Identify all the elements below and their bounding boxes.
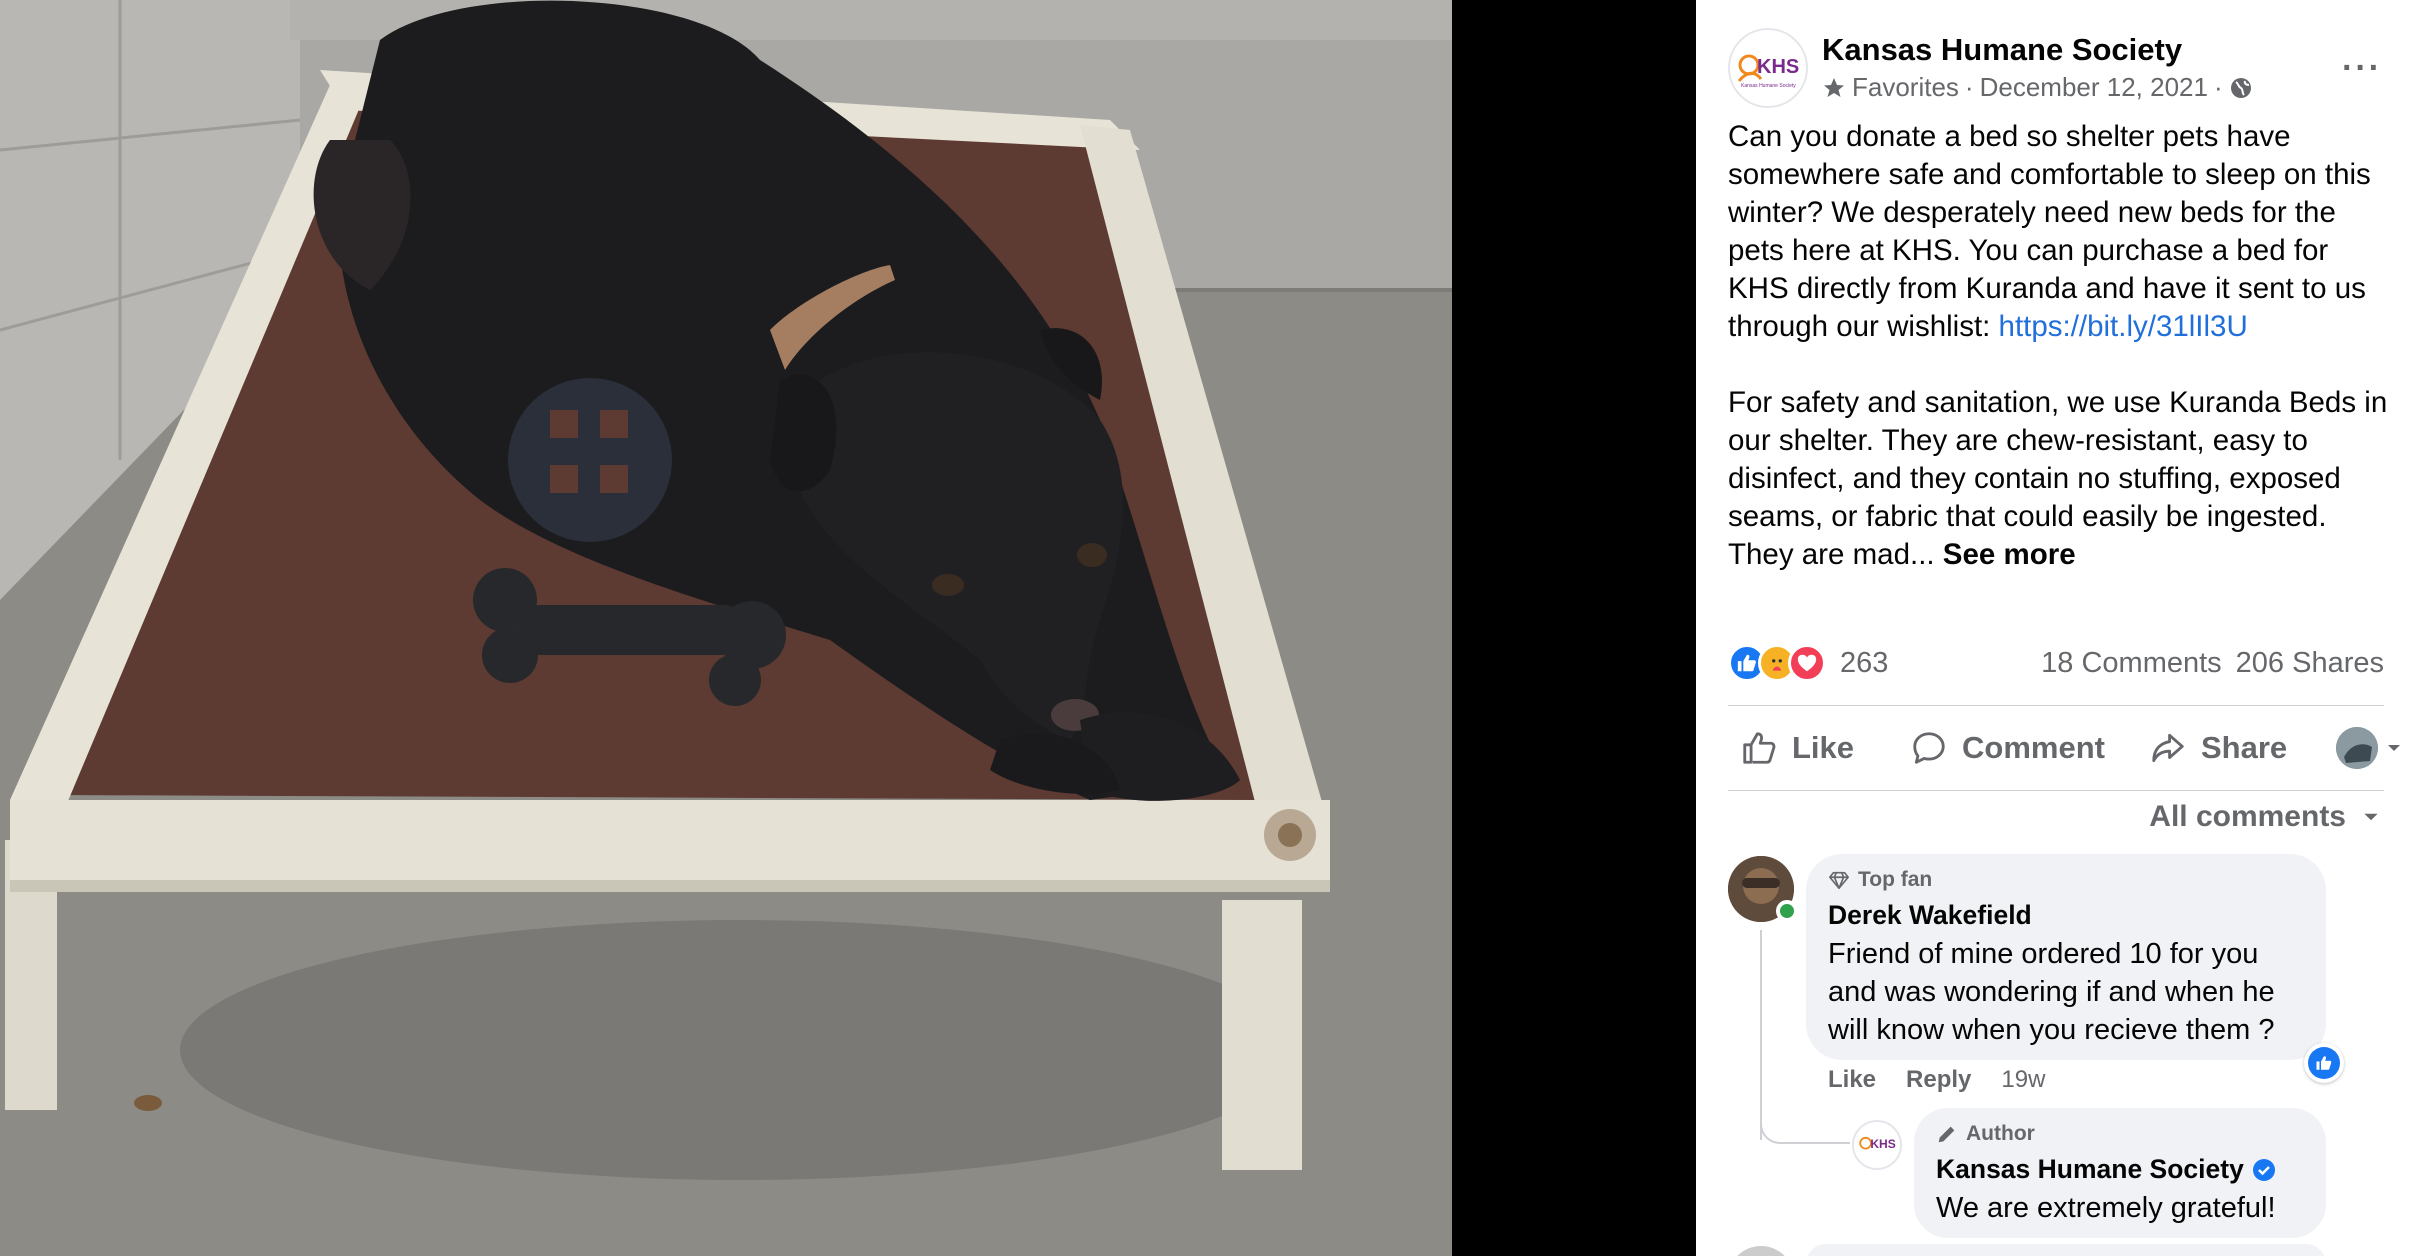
- post-photo[interactable]: [0, 0, 1452, 1256]
- comments-count[interactable]: 18 Comments: [2041, 647, 2222, 680]
- share-button[interactable]: Share: [2149, 713, 2287, 783]
- reaction-icons[interactable]: [1728, 644, 1826, 682]
- comment-bubble: Top fan Derek Wakefield Friend of mine o…: [1806, 854, 2326, 1060]
- post-paragraph-1: Can you donate a bed so shelter pets hav…: [1728, 118, 2396, 346]
- post-meta: Favorites · December 12, 2021 ·: [1822, 72, 2253, 103]
- reply-bubble: Author Kansas Humane Society We are extr…: [1914, 1108, 2326, 1238]
- comment-icon: [1913, 732, 1945, 764]
- dog-on-bed-image: [0, 0, 1452, 1256]
- svg-text:KHS: KHS: [1870, 1137, 1895, 1151]
- comment-like-reaction-icon[interactable]: [2304, 1043, 2344, 1083]
- comment-like-button[interactable]: Like: [1828, 1066, 1876, 1094]
- page-name[interactable]: Kansas Humane Society: [1822, 32, 2182, 68]
- diamond-icon: [1829, 871, 1849, 890]
- comment-text: Friend of mine ordered 10 for you and wa…: [1828, 938, 2275, 1046]
- post-header: KHS Kansas Humane Society Kansas Humane …: [1728, 28, 2388, 108]
- photo-viewer: [0, 0, 1696, 1256]
- page-avatar[interactable]: KHS Kansas Humane Society: [1728, 28, 1808, 108]
- svg-text:Kansas Humane Society: Kansas Humane Society: [1741, 83, 1796, 89]
- action-bar: Like Comment Share: [1728, 710, 2404, 786]
- author-badge-label: Author: [1966, 1122, 2035, 1145]
- see-more-link[interactable]: See more: [1943, 538, 2076, 571]
- comment-reply-button[interactable]: Reply: [1906, 1066, 1971, 1094]
- post-as-selector[interactable]: [2336, 727, 2404, 769]
- reply-author-row: Kansas Humane Society: [1936, 1154, 2304, 1185]
- post-date[interactable]: December 12, 2021: [1980, 72, 2208, 103]
- comment-sort-label: All comments: [2149, 800, 2346, 833]
- like-button-label: Like: [1792, 730, 1855, 765]
- shares-count[interactable]: 206 Shares: [2236, 647, 2384, 680]
- divider: [1728, 705, 2384, 706]
- khs-logo-small: KHS: [1859, 1136, 1896, 1151]
- meta-separator-2: ·: [2213, 72, 2223, 102]
- like-button[interactable]: Like: [1740, 713, 1854, 783]
- top-fan-label: Top fan: [1858, 868, 1933, 891]
- comment-timestamp[interactable]: 19w: [2001, 1066, 2045, 1094]
- reactions-bar: 263 18 Comments 206 Shares: [1728, 640, 2384, 686]
- top-fan-badge: Top fan: [1828, 868, 2304, 892]
- share-button-label: Share: [2200, 730, 2288, 765]
- post-body: Can you donate a bed so shelter pets hav…: [1728, 118, 2396, 612]
- next-comment-bubble: [1806, 1244, 2326, 1256]
- globe-icon: [2230, 77, 2251, 98]
- comment-button-label: Comment: [1962, 730, 2105, 765]
- thread-connector: [1760, 1100, 1850, 1144]
- meta-separator: ·: [1964, 72, 1974, 102]
- next-commenter-avatar[interactable]: [1728, 1246, 1794, 1256]
- divider: [1728, 790, 2384, 791]
- chevron-down-icon: [2364, 813, 2378, 821]
- comment-sort-dropdown[interactable]: All comments: [2149, 800, 2382, 834]
- comment-actions: Like Reply 19w: [1828, 1066, 2045, 1094]
- comment-button[interactable]: Comment: [1910, 713, 2105, 783]
- reply-author-name[interactable]: Kansas Humane Society: [1936, 1154, 2244, 1185]
- thumbs-up-icon: [1743, 732, 1776, 764]
- khs-logo: KHS Kansas Humane Society: [1737, 54, 1799, 89]
- author-avatar[interactable]: KHS: [1852, 1120, 1902, 1170]
- star-icon: [1824, 77, 1844, 97]
- verified-icon: [2252, 1158, 2275, 1181]
- share-icon: [2152, 733, 2184, 763]
- author-badge: Author: [1936, 1122, 2304, 1146]
- commenter-name[interactable]: Derek Wakefield: [1828, 900, 2304, 931]
- reply-text: We are extremely grateful!: [1936, 1192, 2276, 1224]
- chevron-down-icon: [2388, 745, 2400, 751]
- love-reaction-icon: [1788, 644, 1826, 682]
- more-icon[interactable]: ···: [2336, 49, 2388, 87]
- engagement-stats: 18 Comments 206 Shares: [2041, 647, 2384, 680]
- reaction-count[interactable]: 263: [1840, 647, 1888, 680]
- post-panel: KHS Kansas Humane Society Kansas Humane …: [1696, 0, 2410, 1256]
- current-user-avatar: [2336, 727, 2378, 769]
- audience-label[interactable]: Favorites: [1852, 72, 1959, 103]
- svg-text:KHS: KHS: [1757, 56, 1799, 78]
- wishlist-link[interactable]: https://bit.ly/31lIl3U: [1999, 310, 2248, 343]
- online-status-dot: [1776, 900, 1798, 922]
- pencil-icon: [1938, 1126, 1955, 1143]
- post-paragraph-2: For safety and sanitation, we use Kurand…: [1728, 384, 2396, 574]
